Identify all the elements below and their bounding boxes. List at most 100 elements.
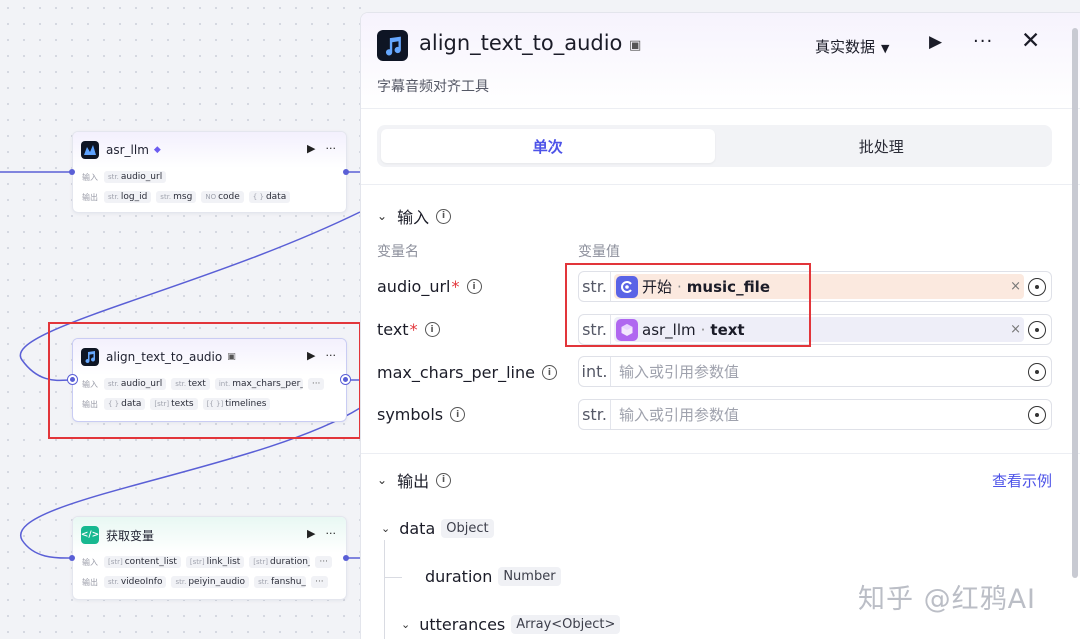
more-inputs-chip[interactable]: ··· xyxy=(315,556,332,568)
music-note-icon xyxy=(377,30,408,61)
param-input-placeholder[interactable]: 输入或引用参数值 xyxy=(619,404,739,425)
output-section-title: 输出 xyxy=(397,472,430,491)
input-section-title: 输入 xyxy=(397,208,430,227)
info-icon[interactable]: i xyxy=(436,208,452,224)
variable-ref-icon[interactable] xyxy=(1028,277,1046,296)
chevron-down-icon: ⌄ xyxy=(377,473,388,487)
info-icon[interactable]: i xyxy=(424,322,440,337)
info-icon[interactable]: i xyxy=(466,279,482,294)
run-icon[interactable]: ▶ xyxy=(929,32,942,52)
chevron-down-icon: ⌄ xyxy=(377,209,388,223)
param-field-symbols[interactable]: str. 输入或引用参数值 xyxy=(578,399,1052,430)
diamond-badge-icon: ◆ xyxy=(153,145,161,155)
output-chip: str. msg xyxy=(156,191,197,203)
highlight-box-params xyxy=(565,263,811,347)
tree-line xyxy=(384,577,402,578)
input-chip: str. audio_url xyxy=(104,171,167,183)
output-chip: NO code xyxy=(201,191,244,203)
param-name-audio-url: audio_url * i xyxy=(377,277,482,296)
tab-single[interactable]: 单次 xyxy=(381,129,715,163)
type-label: str. xyxy=(579,400,611,429)
watermark-text: 知乎 @红鸦AI xyxy=(858,584,1037,615)
caret-down-icon: ▼ xyxy=(881,42,890,55)
node-get-variable[interactable]: </> 获取变量 ▶ ··· 输入 [str] content_list [str… xyxy=(72,516,347,600)
type-tag: Object xyxy=(441,519,494,538)
input-section-header[interactable]: ⌄ 输入 i xyxy=(377,204,452,228)
close-icon[interactable]: ✕ xyxy=(1021,28,1040,54)
variable-ref-icon[interactable] xyxy=(1028,405,1046,424)
info-icon[interactable]: i xyxy=(436,472,452,488)
node-asr-output-port[interactable] xyxy=(343,169,349,175)
panel-scrollbar[interactable] xyxy=(1072,28,1078,578)
more-options-icon[interactable]: ··· xyxy=(973,31,993,52)
param-name-text: text * i xyxy=(377,320,440,339)
run-mode-tabs: 单次 批处理 xyxy=(377,125,1052,167)
panel-subtitle: 字幕音频对齐工具 xyxy=(377,79,489,95)
workflow-canvas[interactable]: asr_llm ◆ ▶ ··· 输入 str. audio_url 输出 str.… xyxy=(0,0,370,639)
input-chip: [str] link_list xyxy=(185,556,245,568)
node-inputs-row: 输入 [str] content_list [str] link_list [str… xyxy=(73,553,346,571)
node-title: asr_llm xyxy=(106,143,149,157)
chevron-down-icon: ⌄ xyxy=(401,618,411,631)
panel-title: align_text_to_audio xyxy=(419,31,623,55)
output-item-data[interactable]: ⌄ data Object xyxy=(381,519,494,538)
store-badge-icon: ▣ xyxy=(629,38,642,53)
param-name-symbols: symbols i xyxy=(377,405,466,424)
node-header: asr_llm ◆ ▶ ··· xyxy=(73,132,346,168)
clear-icon[interactable]: × xyxy=(1010,322,1021,337)
input-label: 输入 xyxy=(82,557,98,567)
param-field-max-chars[interactable]: int. 输入或引用参数值 xyxy=(578,356,1052,387)
input-label: 输入 xyxy=(82,172,98,182)
data-mode-label: 真实数据 xyxy=(815,38,876,56)
panel-header: align_text_to_audio ▣ 字幕音频对齐工具 真实数据 ▼ ▶ ·… xyxy=(361,13,1080,109)
info-icon[interactable]: i xyxy=(450,407,466,422)
divider xyxy=(361,453,1080,454)
node-inputs-row: 输入 str. audio_url xyxy=(73,168,346,186)
run-node-icon[interactable]: ▶ xyxy=(307,527,315,540)
column-header-name: 变量名 xyxy=(377,244,419,260)
info-icon[interactable]: i xyxy=(541,365,557,380)
node-getvar-output-port[interactable] xyxy=(343,555,349,561)
output-item-utterances[interactable]: ⌄ utterances Array<Object> xyxy=(401,615,621,634)
clear-icon[interactable]: × xyxy=(1010,279,1021,294)
more-options-icon[interactable]: ··· xyxy=(326,527,337,540)
data-mode-select[interactable]: 真实数据 ▼ xyxy=(815,36,889,57)
node-asr-llm[interactable]: asr_llm ◆ ▶ ··· 输入 str. audio_url 输出 str.… xyxy=(72,131,347,213)
node-header: </> 获取变量 ▶ ··· xyxy=(73,517,346,553)
output-chip: { } data xyxy=(248,191,291,203)
run-node-icon[interactable]: ▶ xyxy=(307,142,315,155)
type-label: int. xyxy=(579,357,611,386)
code-icon: </> xyxy=(81,526,99,544)
input-chip: [str] content_list xyxy=(104,556,181,568)
divider xyxy=(361,184,1080,185)
node-outputs-row: 输出 str. log_id str. msg NO code { } data xyxy=(73,188,346,206)
output-section-header[interactable]: ⌄ 输出 i xyxy=(377,468,452,492)
highlight-box-node xyxy=(48,322,361,439)
param-input-placeholder[interactable]: 输入或引用参数值 xyxy=(619,361,739,382)
more-options-icon[interactable]: ··· xyxy=(326,142,337,155)
output-chip: str. videoInfo xyxy=(104,576,167,588)
output-chip: str. peiyin_audio xyxy=(171,576,250,588)
chevron-down-icon: ⌄ xyxy=(381,522,391,535)
param-name-max-chars: max_chars_per_line i xyxy=(377,363,557,382)
variable-ref-icon[interactable] xyxy=(1028,362,1046,381)
output-chip: str. fanshu_ xyxy=(254,576,307,588)
type-tag: Number xyxy=(498,567,561,586)
tab-batch[interactable]: 批处理 xyxy=(715,129,1049,163)
more-outputs-chip[interactable]: ··· xyxy=(311,576,328,588)
node-detail-panel: align_text_to_audio ▣ 字幕音频对齐工具 真实数据 ▼ ▶ ·… xyxy=(360,12,1080,639)
output-chip: str. log_id xyxy=(104,191,152,203)
output-label: 输出 xyxy=(82,577,98,587)
output-label: 输出 xyxy=(82,192,98,202)
tree-line xyxy=(384,540,385,639)
view-example-link[interactable]: 查看示例 xyxy=(992,470,1052,491)
variable-ref-icon[interactable] xyxy=(1028,320,1046,339)
node-outputs-row: 输出 str. videoInfo str. peiyin_audio str. fa… xyxy=(73,573,346,591)
type-tag: Array<Object> xyxy=(511,615,621,634)
node-asr-input-port[interactable] xyxy=(69,169,75,175)
node-title: 获取变量 xyxy=(106,528,155,543)
output-item-duration: duration Number xyxy=(425,567,561,586)
column-header-value: 变量值 xyxy=(578,244,620,260)
music-waveform-icon xyxy=(81,141,99,159)
node-getvar-input-port[interactable] xyxy=(69,555,75,561)
